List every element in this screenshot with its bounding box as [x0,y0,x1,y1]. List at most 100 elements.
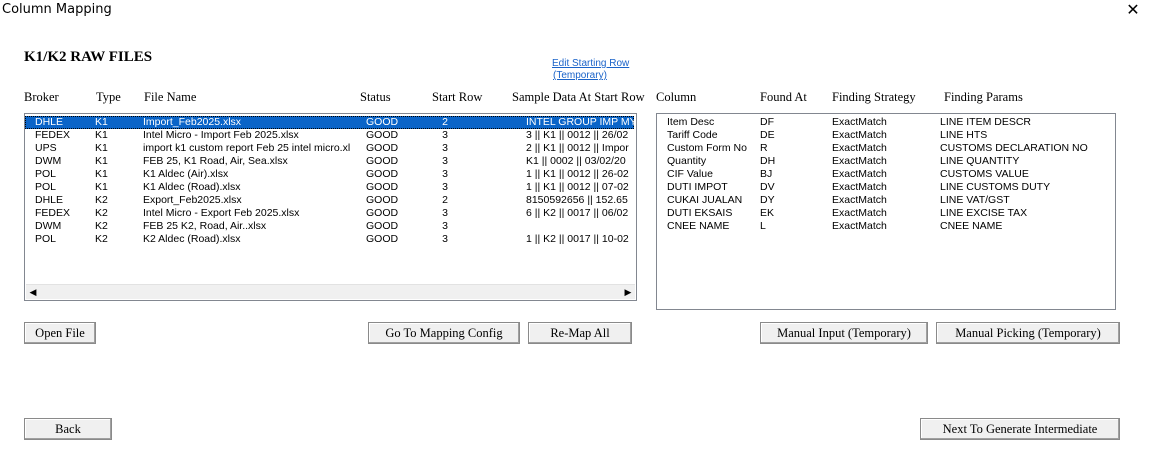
file-row[interactable]: DWM K2 FEB 25 K2, Road, Air..xlsx GOOD 3 [25,220,634,233]
mapping-row[interactable]: DUTI IMPOT DV ExactMatch LINE CUSTOMS DUTY [657,181,1113,194]
mapping-cell-found: EK [760,207,775,219]
file-cell-sample: 1 || K1 || 0012 || 07-02 [526,181,629,193]
mapping-cell-params: CNEE NAME [940,220,1003,232]
mapping-cell-params: LINE QUANTITY [940,155,1020,167]
file-row[interactable]: DHLE K1 Import_Feb2025.xlsx GOOD 2 INTEL GROU… [25,116,634,129]
mapping-row[interactable]: CUKAI JUALAN DY ExactMatch LINE VAT/GST [657,194,1113,207]
file-cell-file: FEB 25, K1 Road, Air, Sea.xlsx [143,155,288,167]
mapping-cell-strategy: ExactMatch [832,155,887,167]
mapping-cell-params: LINE HTS [940,129,988,141]
file-cell-file: Intel Micro - Import Feb 2025.xlsx [143,129,299,141]
mapping-cell-column: Custom Form No [667,142,747,154]
file-cell-sample: 1 || K2 || 0017 || 10-02 [526,233,629,245]
file-row[interactable]: FEDEX K1 Intel Micro - Import Feb 2025.xls… [25,129,634,142]
mapping-cell-found: BJ [760,168,773,180]
mapping-cell-found: DY [760,194,775,206]
mapping-cell-column: CIF Value [667,168,713,180]
header-strategy: Finding Strategy [832,90,916,104]
mapping-cell-params: CUSTOMS DECLARATION NO [940,142,1088,154]
file-cell-start: 2 [442,194,448,206]
mapping-cell-column: CUKAI JUALAN [667,194,743,206]
file-cell-sample: 3 || K1 || 0012 || 26/02 [526,129,629,141]
mapping-cell-strategy: ExactMatch [832,168,887,180]
file-cell-sample: 2 || K1 || 0012 || Impor [526,142,629,154]
file-cell-status: GOOD [366,168,399,180]
mapping-list[interactable]: Item Desc DF ExactMatch LINE ITEM DESCR Tari… [656,113,1116,310]
title-bar: Column Mapping ✕ [0,0,1149,24]
manual-picking-button[interactable]: Manual Picking (Temporary) [936,322,1120,344]
file-cell-sample: K1 || 0002 || 03/02/20 [526,155,626,167]
file-cell-status: GOOD [366,129,399,141]
file-cell-status: GOOD [366,233,399,245]
mapping-cell-found: DF [760,116,774,128]
window-title: Column Mapping [2,2,112,17]
mapping-cell-params: LINE EXCISE TAX [940,207,1028,219]
file-cell-type: K2 [95,194,108,206]
remap-all-button[interactable]: Re-Map All [528,322,632,344]
file-cell-type: K2 [95,220,108,232]
file-cell-start: 3 [442,207,448,219]
mapping-row[interactable]: DUTI EKSAIS EK ExactMatch LINE EXCISE TAX [657,207,1113,220]
mapping-cell-strategy: ExactMatch [832,207,887,219]
mapping-cell-found: DV [760,181,775,193]
mapping-row[interactable]: Custom Form No R ExactMatch CUSTOMS DECLARA… [657,142,1113,155]
header-broker: Broker [24,90,59,104]
file-cell-start: 2 [442,116,448,128]
file-row[interactable]: DHLE K2 Export_Feb2025.xlsx GOOD 2 8150592656… [25,194,634,207]
mapping-cell-column: DUTI IMPOT [667,181,728,193]
file-cell-file: K1 Aldec (Road).xlsx [143,181,241,193]
file-cell-status: GOOD [366,194,399,206]
back-button[interactable]: Back [24,418,112,440]
file-cell-file: FEB 25 K2, Road, Air..xlsx [143,220,267,232]
mapping-cell-strategy: ExactMatch [832,181,887,193]
header-column: Column [656,90,697,104]
open-file-button[interactable]: Open File [24,322,96,344]
file-cell-broker: POL [35,233,57,245]
mapping-cell-params: LINE CUSTOMS DUTY [940,181,1051,193]
file-cell-sample: 6 || K2 || 0017 || 06/02 [526,207,629,219]
file-row[interactable]: POL K1 K1 Aldec (Air).xlsx GOOD 3 1 || K1 || … [25,168,634,181]
edit-starting-row-link[interactable]: Edit Starting Row (Temporary) [552,58,629,82]
mapping-cell-column: DUTI EKSAIS [667,207,733,219]
file-row[interactable]: UPS K1 import k1 custom report Feb 25 inte… [25,142,634,155]
horizontal-scrollbar[interactable]: ◀ ▶ [26,284,635,299]
file-cell-broker: POL [35,168,57,180]
mapping-cell-found: L [760,220,766,232]
close-icon[interactable]: ✕ [1123,0,1143,20]
mapping-cell-column: Item Desc [667,116,715,128]
scroll-right-icon[interactable]: ▶ [621,285,635,299]
mapping-cell-column: Quantity [667,155,707,167]
file-cell-start: 3 [442,155,448,167]
next-button[interactable]: Next To Generate Intermediate [920,418,1120,440]
mapping-row[interactable]: CNEE NAME L ExactMatch CNEE NAME [657,220,1113,233]
mapping-row[interactable]: Tariff Code DE ExactMatch LINE HTS [657,129,1113,142]
file-row[interactable]: DWM K1 FEB 25, K1 Road, Air, Sea.xlsx GOOD 3… [25,155,634,168]
mapping-cell-column: CNEE NAME [667,220,730,232]
mapping-cell-strategy: ExactMatch [832,142,887,154]
file-cell-start: 3 [442,142,448,154]
mapping-row[interactable]: Item Desc DF ExactMatch LINE ITEM DESCR [657,116,1113,129]
file-row[interactable]: FEDEX K2 Intel Micro - Export Feb 2025.xls… [25,207,634,220]
file-cell-type: K1 [95,181,108,193]
go-to-mapping-button[interactable]: Go To Mapping Config [368,322,520,344]
manual-input-button[interactable]: Manual Input (Temporary) [760,322,928,344]
file-cell-type: K1 [95,129,108,141]
file-cell-type: K1 [95,155,108,167]
file-cell-status: GOOD [366,116,399,128]
files-list[interactable]: POL K2 K2 Aldec (Road).xlsx GOOD 3 1 || K2 ||… [24,113,637,301]
file-row[interactable]: POL K2 K2 Aldec (Road).xlsx GOOD 3 1 || K2 ||… [25,233,634,246]
mapping-row[interactable]: Quantity DH ExactMatch LINE QUANTITY [657,155,1113,168]
file-cell-status: GOOD [366,220,399,232]
file-cell-start: 3 [442,168,448,180]
file-cell-type: K1 [95,142,108,154]
file-cell-file: Export_Feb2025.xlsx [143,194,242,206]
file-cell-status: GOOD [366,181,399,193]
mapping-row[interactable]: CIF Value BJ ExactMatch CUSTOMS VALUE [657,168,1113,181]
scroll-left-icon[interactable]: ◀ [26,285,40,299]
file-cell-file: K2 Aldec (Road).xlsx [143,233,241,245]
file-cell-type: K2 [95,207,108,219]
file-row[interactable]: POL K1 K1 Aldec (Road).xlsx GOOD 3 1 || K1 ||… [25,181,634,194]
file-cell-broker: FEDEX [35,129,71,141]
file-cell-file: Import_Feb2025.xlsx [143,116,242,128]
mapping-cell-strategy: ExactMatch [832,220,887,232]
